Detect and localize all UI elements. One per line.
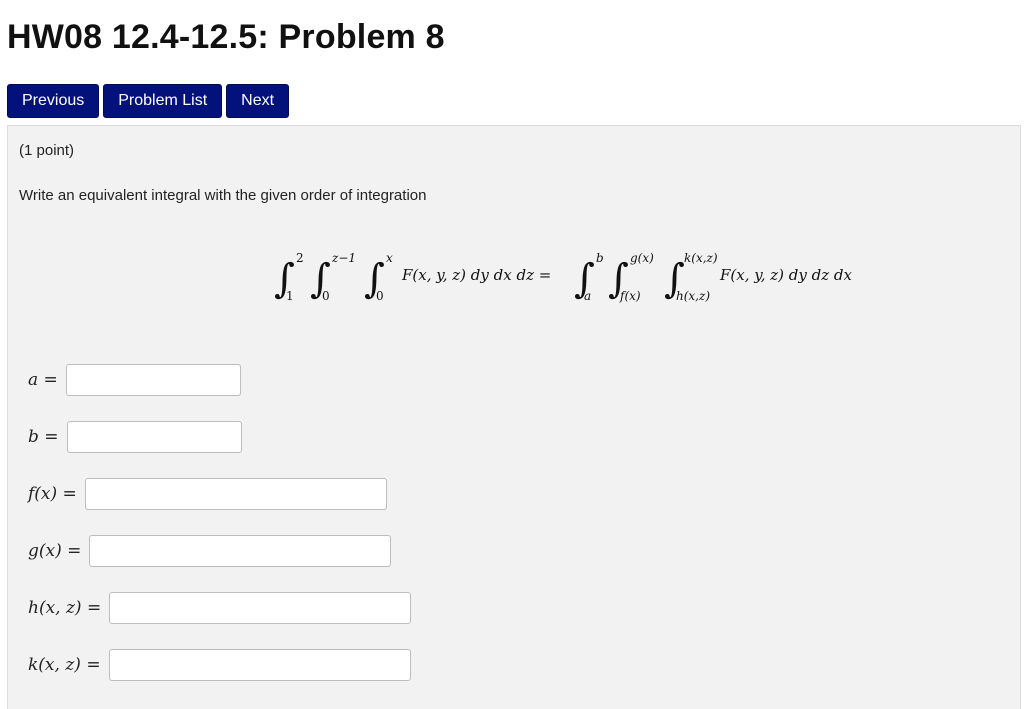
rhs-middle-lower-limit: f(x) — [619, 289, 641, 303]
answer-row-f: f(x) = — [28, 478, 387, 510]
answer-input-h[interactable] — [109, 592, 412, 624]
lhs-integrand: F(x, y, z) dy dx dz = — [401, 266, 551, 284]
lhs-inner-upper-limit: x — [386, 251, 393, 265]
answer-label-b: b = — [28, 427, 59, 447]
answer-label-k: k(x, z) = — [28, 655, 101, 675]
rhs-outer-lower-limit: a — [584, 289, 591, 303]
problem-list-button[interactable]: Problem List — [103, 84, 223, 118]
answer-row-b: b = — [28, 421, 242, 453]
rhs-inner-lower-limit: h(x,z) — [676, 289, 710, 303]
rhs-middle-upper-limit: g(x) — [630, 251, 654, 265]
lhs-outer-upper-limit: 2 — [296, 251, 304, 265]
answer-label-g: g(x) = — [28, 541, 82, 561]
answer-row-g: g(x) = — [28, 535, 392, 567]
lhs-middle-lower-limit: 0 — [322, 289, 330, 303]
rhs-inner-upper-limit: k(x,z) — [684, 251, 718, 265]
page-title: HW08 12.4-12.5: Problem 8 — [7, 18, 445, 56]
problem-points: (1 point) — [19, 142, 75, 159]
lhs-middle-upper-limit: z−1 — [331, 251, 356, 265]
next-button[interactable]: Next — [226, 84, 290, 118]
answer-input-f[interactable] — [84, 478, 387, 510]
problem-panel: (1 point) Write an equivalent integral w… — [7, 125, 1021, 709]
answer-row-h: h(x, z) = — [28, 592, 412, 624]
answer-label-a: a = — [28, 370, 58, 390]
answer-input-b[interactable] — [66, 421, 242, 453]
rhs-outer-upper-limit: b — [596, 251, 604, 265]
previous-button[interactable]: Previous — [7, 84, 100, 118]
lhs-inner-lower-limit: 0 — [376, 289, 384, 303]
problem-navigation: Previous Problem List Next — [7, 84, 290, 118]
integral-equation: ∫ 2 1 ∫ z−1 0 ∫ x 0 F(x, y, z) dy dx dz … — [274, 251, 853, 303]
answer-row-k: k(x, z) = — [28, 649, 411, 681]
answer-input-a[interactable] — [65, 364, 241, 396]
answer-row-a: a = — [28, 364, 241, 396]
answer-label-f: f(x) = — [28, 484, 77, 504]
lhs-outer-lower-limit: 1 — [286, 289, 294, 303]
answer-input-g[interactable] — [89, 535, 392, 567]
answer-input-k[interactable] — [108, 649, 411, 681]
rhs-integrand: F(x, y, z) dy dz dx — [719, 266, 853, 284]
answer-label-h: h(x, z) = — [28, 598, 102, 618]
problem-instruction: Write an equivalent integral with the gi… — [19, 187, 427, 204]
